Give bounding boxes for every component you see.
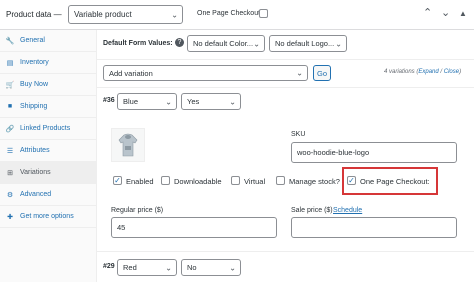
- sku-value: woo-hoodie-blue-logo: [297, 148, 370, 157]
- go-button[interactable]: Go: [313, 65, 331, 81]
- truck-icon: ■: [7, 103, 13, 110]
- chevron-up-icon[interactable]: ⌃: [423, 6, 432, 19]
- chevron-down-icon: ⌄: [229, 97, 236, 106]
- virtual-checkbox[interactable]: [231, 176, 240, 185]
- sidebar-item-attributes[interactable]: ☰ Attributes: [0, 140, 97, 162]
- manage-stock-checkbox[interactable]: [276, 176, 285, 185]
- sidebar-item-get-more-options[interactable]: ✚ Get more options: [0, 206, 97, 228]
- sidebar-item-advanced[interactable]: ⚙ Advanced: [0, 184, 97, 206]
- enabled-checkbox[interactable]: ✓: [113, 176, 122, 185]
- sidebar-item-label: Linked Products: [20, 125, 71, 132]
- product-type-select[interactable]: Variable product ⌄: [68, 5, 183, 24]
- default-logo-select[interactable]: No default Logo... ⌄: [269, 35, 347, 52]
- default-logo-value: No default Logo...: [275, 39, 335, 48]
- sidebar-item-buy-now[interactable]: 🛒 Buy Now: [0, 74, 97, 96]
- sidebar-item-general[interactable]: 🔧 General: [0, 30, 97, 52]
- downloadable-checkbox[interactable]: [161, 176, 170, 185]
- paren: ): [459, 69, 462, 75]
- divider: [97, 251, 474, 252]
- sale-price-label: Sale price ($): [291, 207, 333, 214]
- sidebar-item-label: Attributes: [20, 147, 50, 154]
- regular-price-value: 45: [117, 223, 126, 232]
- plugin-icon: ✚: [7, 213, 13, 221]
- cart-icon: 🛒: [5, 81, 15, 89]
- schedule-link[interactable]: Schedule: [333, 207, 362, 214]
- variation-logo-value: Yes: [187, 97, 200, 106]
- sku-input[interactable]: woo-hoodie-blue-logo: [291, 142, 457, 163]
- link-icon: 🔗: [5, 125, 15, 133]
- triangle-up-icon[interactable]: ▲: [459, 9, 467, 18]
- variation-color-value: Blue: [123, 97, 139, 106]
- hoodie-image: [118, 133, 138, 157]
- downloadable-label: Downloadable: [174, 177, 222, 186]
- add-variation-select[interactable]: Add variation ⌄: [103, 65, 308, 81]
- chevron-down-icon: ⌄: [171, 10, 178, 19]
- default-color-select[interactable]: No default Color... ⌄: [187, 35, 265, 52]
- variation-color-value: Red: [123, 263, 137, 272]
- variation-logo-value: No: [187, 263, 197, 272]
- separator: /: [440, 69, 443, 75]
- virtual-label: Virtual: [244, 177, 266, 186]
- divider: [97, 87, 474, 88]
- manage-stock-label: Manage stock?: [289, 177, 340, 186]
- sidebar-item-inventory[interactable]: ▤ Inventory: [0, 52, 97, 74]
- one-page-checkout-checkbox[interactable]: [259, 9, 268, 18]
- default-color-value: No default Color...: [193, 39, 254, 48]
- variation-one-page-checkout-checkbox[interactable]: ✓: [347, 176, 356, 185]
- enabled-label: Enabled: [126, 177, 154, 186]
- variation-logo-select[interactable]: No ⌄: [181, 259, 241, 276]
- chevron-down-icon: ⌄: [165, 97, 172, 106]
- product-data-tabs: 🔧 General ▤ Inventory 🛒 Buy Now ■ Shippi…: [0, 30, 97, 282]
- sidebar-item-label: Variations: [20, 169, 51, 176]
- chevron-down-icon: ⌄: [165, 263, 172, 272]
- divider: [97, 59, 474, 60]
- variation-id: #36: [103, 97, 115, 104]
- grid-icon: ⊞: [7, 169, 13, 177]
- sidebar-item-label: General: [20, 37, 45, 44]
- variation-color-select[interactable]: Blue ⌄: [117, 93, 177, 110]
- product-data-label: Product data —: [6, 10, 62, 19]
- product-type-value: Variable product: [74, 10, 132, 19]
- variation-one-page-checkout-label: One Page Checkout:: [360, 177, 430, 186]
- chevron-down-icon: ⌄: [229, 263, 236, 272]
- sidebar-item-shipping[interactable]: ■ Shipping: [0, 96, 97, 118]
- sale-price-input[interactable]: [291, 217, 457, 238]
- variations-count: 4 variations: [384, 69, 415, 75]
- go-button-label: Go: [316, 68, 327, 78]
- sidebar-item-variations[interactable]: ⊞ Variations: [0, 162, 97, 184]
- clipboard-icon: ▤: [6, 59, 14, 67]
- variation-image[interactable]: [111, 128, 145, 162]
- variation-color-select[interactable]: Red ⌄: [117, 259, 177, 276]
- help-icon[interactable]: ?: [175, 38, 184, 47]
- chevron-down-icon: ⌄: [335, 39, 342, 48]
- one-page-checkout-label: One Page Checkout:: [197, 10, 262, 17]
- close-link[interactable]: Close: [444, 69, 459, 75]
- expand-link[interactable]: Expand: [418, 69, 438, 75]
- add-variation-value: Add variation: [109, 68, 153, 78]
- wrench-icon: 🔧: [5, 37, 15, 45]
- product-data-header: Product data — Variable product ⌄ One Pa…: [0, 0, 474, 30]
- variations-count-bar: 4 variations (Expand / Close): [384, 69, 461, 75]
- sidebar-item-label: Buy Now: [20, 81, 49, 88]
- default-form-values-label: Default Form Values:: [103, 40, 173, 47]
- regular-price-input[interactable]: 45: [111, 217, 277, 238]
- chevron-down-icon: ⌄: [296, 68, 303, 78]
- sidebar-item-label: Shipping: [20, 103, 48, 110]
- list-icon: ☰: [6, 147, 14, 155]
- chevron-down-icon[interactable]: ⌄: [441, 6, 450, 19]
- sidebar-item-label: Inventory: [20, 59, 49, 66]
- sidebar-item-label: Advanced: [20, 191, 52, 198]
- variation-id: #29: [103, 263, 115, 270]
- regular-price-label: Regular price ($): [111, 207, 164, 214]
- chevron-down-icon: ⌄: [253, 39, 260, 48]
- sidebar-item-linked-products[interactable]: 🔗 Linked Products: [0, 118, 97, 140]
- sidebar-item-label: Get more options: [20, 213, 74, 220]
- gear-icon: ⚙: [6, 191, 14, 199]
- sku-label: SKU: [291, 131, 306, 138]
- variation-logo-select[interactable]: Yes ⌄: [181, 93, 241, 110]
